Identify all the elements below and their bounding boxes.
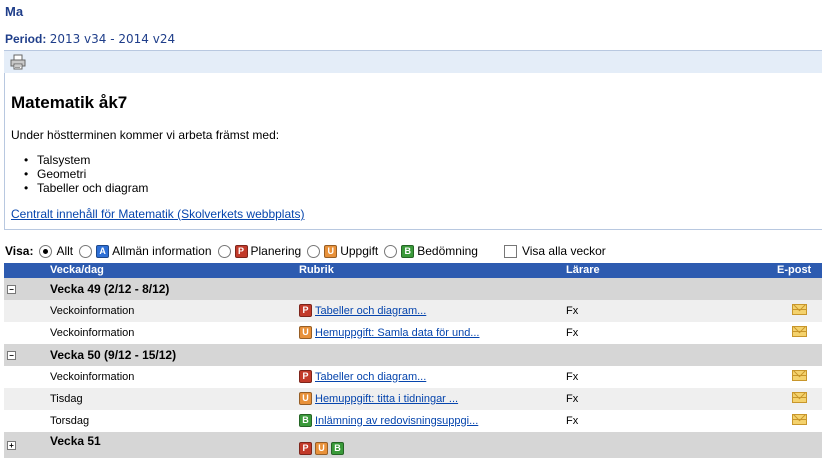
list-item: Talsystem [24,153,148,167]
period-value: 2013 v34 - 2014 v24 [49,32,176,46]
week-row[interactable]: + Vecka 51 P U B [4,432,822,458]
filter-assignment[interactable]: U Uppgift [307,244,378,258]
envelope-icon[interactable] [792,392,808,404]
badge-u-icon: U [324,244,338,258]
period-label: Period: [5,32,47,46]
table-row[interactable]: Veckoinformation P Tabeller och diagram..… [4,366,822,388]
row-teacher: Fx [566,371,579,383]
expand-icon[interactable]: + [7,441,16,450]
week-row[interactable]: − Vecka 49 (2/12 - 8/12) [4,278,822,300]
row-day: Torsdag [50,415,90,427]
printer-icon[interactable] [10,54,26,70]
week-label: Vecka 49 (2/12 - 8/12) [50,282,170,296]
table-header: Vecka/dag Rubrik Lärare E-post [4,263,822,278]
plan-title: Matematik åk7 [11,93,128,112]
filter-planning-label: Planering [250,244,302,258]
week-label: Vecka 50 (9/12 - 15/12) [50,348,177,362]
badge-a-icon: A [96,244,110,258]
badge-u-icon: U [315,442,328,455]
row-day: Veckoinformation [50,327,135,339]
row-teacher: Fx [566,393,579,405]
week-label: Vecka 51 [50,434,101,448]
column-header-email[interactable]: E-post [777,264,811,276]
row-day: Veckoinformation [50,305,135,317]
badge-u-icon: U [299,326,312,339]
radio[interactable] [217,244,231,258]
row-teacher: Fx [566,327,579,339]
show-all-weeks-checkbox[interactable]: Visa alla veckor [503,244,606,258]
collapse-icon[interactable]: − [7,285,16,294]
filter-general-info-label: Allmän information [112,244,212,258]
period-line: Period: 2013 v34 - 2014 v24 [5,32,175,46]
checkbox[interactable] [503,244,517,258]
filter-all-label: Allt [56,244,74,258]
badge-p-icon: P [299,442,312,455]
week-row[interactable]: − Vecka 50 (9/12 - 15/12) [4,344,822,366]
row-title-link[interactable]: Tabeller och diagram... [315,305,426,317]
row-day: Veckoinformation [50,371,135,383]
table-row[interactable]: Veckoinformation P Tabeller och diagram..… [4,300,822,322]
badge-u-icon: U [299,392,312,405]
show-all-weeks-label: Visa alla veckor [521,244,606,258]
row-day: Tisdag [50,393,83,405]
filter-assignment-label: Uppgift [340,244,379,258]
collapse-icon[interactable]: − [7,351,16,360]
badge-b-icon: B [331,442,344,455]
envelope-icon[interactable] [792,414,808,426]
row-title-link[interactable]: Tabeller och diagram... [315,371,426,383]
badge-b-icon: B [401,244,415,258]
table-row[interactable]: Veckoinformation U Hemuppgift: Samla data… [4,322,822,344]
radio[interactable] [384,244,398,258]
toolbar [4,50,822,74]
table-row[interactable]: Tisdag U Hemuppgift: titta i tidningar ..… [4,388,822,410]
filter-label: Visa: [5,244,34,258]
plan-intro: Under höstterminen kommer vi arbeta främ… [11,128,280,142]
row-title-link[interactable]: Hemuppgift: Samla data för und... [315,327,479,339]
plan-panel: Matematik åk7 Under höstterminen kommer … [4,73,822,230]
column-header-week-day[interactable]: Vecka/dag [50,264,104,276]
envelope-icon[interactable] [792,326,808,338]
row-teacher: Fx [566,415,579,427]
list-item: Tabeller och diagram [24,181,148,195]
row-title-link[interactable]: Hemuppgift: titta i tidningar ... [315,393,458,405]
filter-all[interactable]: Allt [39,244,73,258]
badge-p-icon: P [299,304,312,317]
radio[interactable] [79,244,93,258]
badge-b-icon: B [299,414,312,427]
column-header-subject[interactable]: Rubrik [299,264,334,276]
plan-topic-list: Talsystem Geometri Tabeller och diagram [19,153,148,195]
badge-p-icon: P [299,370,312,383]
filter-assessment[interactable]: B Bedömning [384,244,478,258]
radio-selected[interactable] [39,244,53,258]
filter-planning[interactable]: P Planering [217,244,302,258]
table-row[interactable]: Torsdag B Inlämning av redovisningsuppgi.… [4,410,822,432]
radio[interactable] [307,244,321,258]
filter-bar: Visa: Allt A Allmän information P Planer… [5,242,612,260]
badge-p-icon: P [234,244,248,258]
envelope-icon[interactable] [792,304,808,316]
list-item: Geometri [24,167,148,181]
filter-general-info[interactable]: A Allmän information [79,244,212,258]
envelope-icon[interactable] [792,370,808,382]
column-header-teacher[interactable]: Lärare [566,264,600,276]
central-content-link[interactable]: Centralt innehåll för Matematik (Skolver… [11,207,304,221]
row-teacher: Fx [566,305,579,317]
weekly-table: Vecka/dag Rubrik Lärare E-post − Vecka 4… [4,263,822,458]
subject-heading: Ma [5,4,24,19]
row-title-link[interactable]: Inlämning av redovisningsuppgi... [315,415,478,427]
filter-assessment-label: Bedömning [417,244,478,258]
